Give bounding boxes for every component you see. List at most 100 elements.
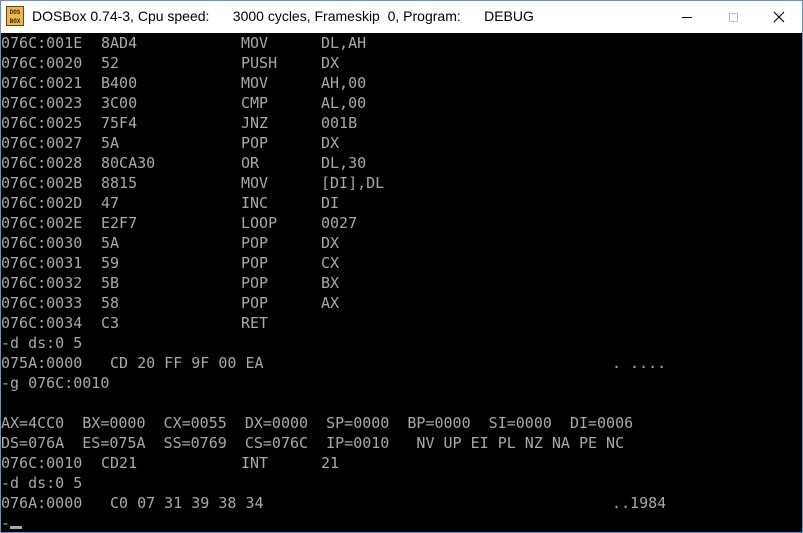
disasm-bytes: 52	[101, 54, 120, 72]
disasm-address: 076C:0020	[1, 54, 83, 72]
disasm-row: 076C:0025 75F4 JNZ 001B	[1, 113, 802, 133]
disasm-row: 076C:0034 C3 RET	[1, 313, 802, 333]
disasm-mnemonic: JNZ	[241, 114, 269, 132]
disasm-address: 076C:0028	[1, 154, 83, 172]
disasm-operands: DL,30	[321, 154, 367, 172]
close-button[interactable]	[756, 1, 802, 33]
dump-address: 076A:0000	[1, 494, 83, 512]
disasm-mnemonic: CMP	[241, 94, 269, 112]
disasm-bytes: 47	[101, 194, 120, 212]
icon-label-bottom: BOX	[9, 18, 21, 25]
disasm-mnemonic: RET	[241, 314, 269, 332]
disasm-address: 076C:0031	[1, 254, 83, 272]
disasm-row: 076C:0033 58 POP AX	[1, 293, 802, 313]
disasm-row: 076C:0031 59 POP CX	[1, 253, 802, 273]
disasm-operands: DL,AH	[321, 34, 367, 52]
disasm-row: 076C:002B 8815 MOV [DI],DL	[1, 173, 802, 193]
dump-bytes: C0 07 31 39 38 34	[110, 494, 264, 512]
disasm-row: 076C:0020 52 PUSH DX	[1, 53, 802, 73]
disasm-address: 076C:0032	[1, 274, 83, 292]
disasm-operands: DX	[321, 134, 340, 152]
disasm-address: 076C:002B	[1, 174, 83, 192]
disasm-bytes: 5A	[101, 234, 120, 252]
disasm-operands: BX	[321, 274, 340, 292]
disasm-bytes: 3C00	[101, 94, 138, 112]
disasm-row: 076C:0023 3C00 CMP AL,00	[1, 93, 802, 113]
disasm-bytes: 5B	[101, 274, 120, 292]
disasm-row: 076C:001E 8AD4 MOV DL,AH	[1, 33, 802, 53]
disasm-address: 076C:001E	[1, 34, 83, 52]
disasm-address: 076C:0021	[1, 74, 83, 92]
register-line: AX=4CC0 BX=0000 CX=0055 DX=0000 SP=0000 …	[1, 414, 634, 432]
disasm-operands: AL,00	[321, 94, 367, 112]
disasm-mnemonic: LOOP	[241, 214, 278, 232]
command-line: -d ds:0 5	[1, 474, 83, 492]
disasm-address: 076C:0030	[1, 234, 83, 252]
disasm-bytes: 80CA30	[101, 154, 156, 172]
disasm-operands: 21	[321, 454, 340, 472]
disasm-address: 076C:0023	[1, 94, 83, 112]
disasm-mnemonic: OR	[241, 154, 260, 172]
icon-label-top: DOS	[9, 9, 21, 16]
disasm-operands: DX	[321, 54, 340, 72]
disasm-row: 076C:0028 80CA30 OR DL,30	[1, 153, 802, 173]
disasm-mnemonic: POP	[241, 234, 269, 252]
disasm-row: 076C:0030 5A POP DX	[1, 233, 802, 253]
disasm-operands: CX	[321, 254, 340, 272]
disasm-operands: DX	[321, 234, 340, 252]
dump-ascii: . ....	[612, 354, 667, 372]
disasm-bytes: 5A	[101, 134, 120, 152]
terminal-screen[interactable]: 076C:001E 8AD4 MOV DL,AH 076C:0020 52 PUSH DX 07…	[1, 33, 802, 532]
disasm-row: 076C:002E E2F7 LOOP 0027	[1, 213, 802, 233]
disasm-mnemonic: MOV	[241, 74, 269, 92]
disasm-address: 076C:0027	[1, 134, 83, 152]
dosbox-window: DOS BOX DOSBox 0.74-3, Cpu speed: 3000 c…	[0, 0, 803, 533]
disasm-address: 076C:0010	[1, 454, 83, 472]
disasm-mnemonic: MOV	[241, 174, 269, 192]
command-line: -g 076C:0010	[1, 374, 110, 392]
command-line: -d ds:0 5	[1, 334, 83, 352]
disasm-row: 076C:0010 CD21 INT 21	[1, 453, 802, 473]
disasm-mnemonic: INC	[241, 194, 269, 212]
minimize-icon	[682, 16, 692, 18]
disasm-operands: AX	[321, 294, 340, 312]
title-cycles: 3000 cycles, Frameskip 0, Program:	[232, 8, 461, 24]
maximize-icon	[728, 12, 738, 22]
close-icon	[773, 11, 785, 23]
disasm-bytes: 59	[101, 254, 120, 272]
disasm-mnemonic: INT	[241, 454, 269, 472]
minimize-button[interactable]	[664, 1, 710, 33]
disasm-operands: AH,00	[321, 74, 367, 92]
disasm-mnemonic: POP	[241, 294, 269, 312]
disasm-mnemonic: PUSH	[241, 54, 278, 72]
disasm-mnemonic: POP	[241, 274, 269, 292]
disasm-address: 076C:002E	[1, 214, 83, 232]
title-program: DEBUG	[484, 8, 534, 24]
dump-bytes: CD 20 FF 9F 00 EA	[110, 354, 264, 372]
dump-address: 075A:0000	[1, 354, 83, 372]
disasm-bytes: CD21	[101, 454, 138, 472]
command-prompt[interactable]: -	[1, 513, 802, 532]
disasm-row: 076C:0027 5A POP DX	[1, 133, 802, 153]
text-cursor	[10, 526, 22, 529]
segment-flags-line: DS=076A ES=075A SS=0769 CS=076C IP=0010 …	[1, 434, 625, 452]
memory-dump-row: 075A:0000 CD 20 FF 9F 00 EA . ....	[1, 353, 802, 373]
title-app: DOSBox 0.74-3, Cpu speed:	[32, 8, 210, 24]
disasm-mnemonic: POP	[241, 134, 269, 152]
disasm-address: 076C:0025	[1, 114, 83, 132]
disasm-row: 076C:0032 5B POP BX	[1, 273, 802, 293]
disasm-operands: DI	[321, 194, 340, 212]
maximize-button[interactable]	[710, 1, 756, 33]
disasm-operands: 0027	[321, 214, 358, 232]
disasm-bytes: E2F7	[101, 214, 138, 232]
disasm-address: 076C:002D	[1, 194, 83, 212]
disasm-bytes: C3	[101, 314, 120, 332]
disasm-bytes: 58	[101, 294, 120, 312]
title-bar[interactable]: DOS BOX DOSBox 0.74-3, Cpu speed: 3000 c…	[1, 1, 802, 33]
disasm-bytes: B400	[101, 74, 138, 92]
dosbox-app-icon[interactable]: DOS BOX	[6, 6, 24, 26]
disasm-operands: 001B	[321, 114, 358, 132]
disasm-row: 076C:002D 47 INC DI	[1, 193, 802, 213]
disasm-bytes: 75F4	[101, 114, 138, 132]
